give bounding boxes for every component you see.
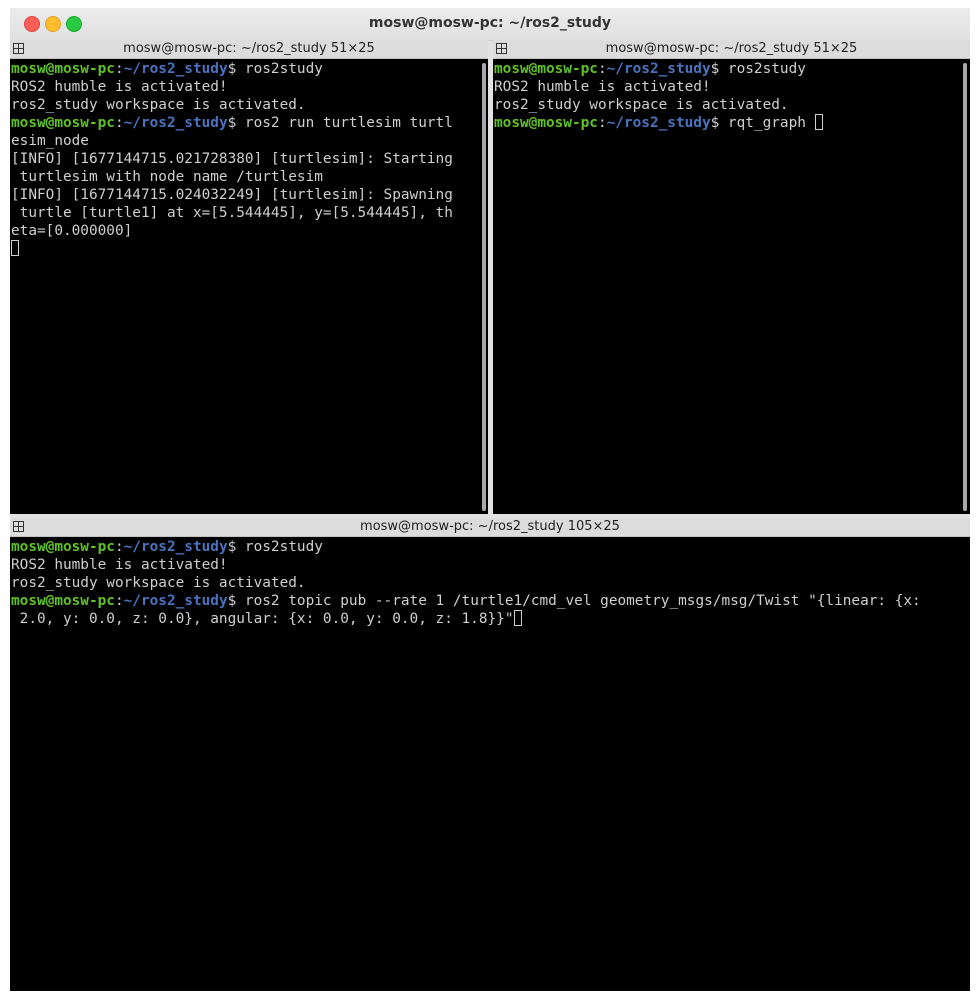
terminal-line: turtle [turtle1] at x=[5.544445], y=[5.5… <box>11 204 453 222</box>
output-text: 2.0, y: 0.0, z: 0.0}, angular: {x: 0.0, … <box>11 611 514 627</box>
output-text: eta=[0.000000] <box>11 223 133 239</box>
terminal-line: ros2_study workspace is activated. <box>494 96 823 114</box>
pane-header-right[interactable]: mosw@mosw-pc: ~/ros2_study 51×25 <box>493 40 970 59</box>
pane-header-bottom[interactable]: mosw@mosw-pc: ~/ros2_study 105×25 <box>10 518 970 537</box>
terminal-line: 2.0, y: 0.0, z: 0.0}, angular: {x: 0.0, … <box>11 610 921 628</box>
terminal-line: mosw@mosw-pc:~/ros2_study$ ros2study <box>11 60 453 78</box>
scrollbar-right[interactable] <box>963 63 967 511</box>
output-text: ros2_study workspace is activated. <box>494 97 789 113</box>
output-text: ros2_study workspace is activated. <box>11 575 306 591</box>
terminal-line: mosw@mosw-pc:~/ros2_study$ ros2 topic pu… <box>11 592 921 610</box>
terminal-line: ROS2 humble is activated! <box>494 78 823 96</box>
terminal-cursor <box>11 240 19 256</box>
output-text: [INFO] [1677144715.021728380] [turtlesim… <box>11 151 453 167</box>
command-text: $ ros2 topic pub --rate 1 /turtle1/cmd_v… <box>227 593 921 609</box>
prompt-colon: : <box>114 61 124 77</box>
window-titlebar[interactable]: mosw@mosw-pc: ~/ros2_study <box>10 8 970 41</box>
terminal-window: mosw@mosw-pc: ~/ros2_study mosw@mosw-pc:… <box>10 8 970 991</box>
output-text: ros2_study workspace is activated. <box>11 97 306 113</box>
output-text: [INFO] [1677144715.024032249] [turtlesim… <box>11 187 453 203</box>
terminal-line: [INFO] [1677144715.024032249] [turtlesim… <box>11 186 453 204</box>
prompt-path: ~/ros2_study <box>123 593 228 609</box>
output-text: esim_node <box>11 133 89 149</box>
prompt-colon: : <box>597 115 607 131</box>
terminal-line: ROS2 humble is activated! <box>11 78 453 96</box>
prompt-colon: : <box>114 593 124 609</box>
terminal-line: ros2_study workspace is activated. <box>11 574 921 592</box>
output-text: ROS2 humble is activated! <box>494 79 711 95</box>
output-text: turtlesim with node name /turtlesim <box>11 169 323 185</box>
terminal-output-bottom[interactable]: mosw@mosw-pc:~/ros2_study$ ros2study ROS2… <box>11 538 921 628</box>
prompt-user: mosw@mosw-pc <box>11 115 115 131</box>
output-text: turtle [turtle1] at x=[5.544445], y=[5.5… <box>11 205 453 221</box>
prompt-path: ~/ros2_study <box>606 115 711 131</box>
terminal-pane-left[interactable]: mosw@mosw-pc: ~/ros2_study 51×25 mosw@mo… <box>10 40 488 514</box>
prompt-colon: : <box>114 115 124 131</box>
terminal-line: mosw@mosw-pc:~/ros2_study$ rqt_graph <box>494 114 823 132</box>
window-title: mosw@mosw-pc: ~/ros2_study <box>368 15 612 31</box>
prompt-colon: : <box>114 539 124 555</box>
terminal-line: ros2_study workspace is activated. <box>11 96 453 114</box>
terminal-line: [INFO] [1677144715.021728380] [turtlesim… <box>11 150 453 168</box>
terminal-output-right[interactable]: mosw@mosw-pc:~/ros2_study$ ros2study ROS2… <box>494 60 823 132</box>
terminal-cursor <box>513 610 522 626</box>
pane-title-left: mosw@mosw-pc: ~/ros2_study 51×25 <box>123 41 375 56</box>
terminal-line: mosw@mosw-pc:~/ros2_study$ ros2 run turt… <box>11 114 453 132</box>
prompt-user: mosw@mosw-pc <box>494 115 598 131</box>
pane-title-bottom: mosw@mosw-pc: ~/ros2_study 105×25 <box>360 519 620 534</box>
pane-title-right: mosw@mosw-pc: ~/ros2_study 51×25 <box>605 41 858 56</box>
output-text: ROS2 humble is activated! <box>11 79 228 95</box>
prompt-colon: : <box>597 61 607 77</box>
prompt-user: mosw@mosw-pc <box>11 61 115 77</box>
prompt-path: ~/ros2_study <box>606 61 711 77</box>
terminal-line: ROS2 humble is activated! <box>11 556 921 574</box>
command-text: $ ros2study <box>710 61 806 77</box>
prompt-user: mosw@mosw-pc <box>494 61 598 77</box>
scrollbar-left[interactable] <box>482 63 486 511</box>
prompt-path: ~/ros2_study <box>123 115 228 131</box>
command-text: $ ros2study <box>227 61 323 77</box>
terminal-pane-right[interactable]: mosw@mosw-pc: ~/ros2_study 51×25 mosw@mo… <box>493 40 970 514</box>
prompt-path: ~/ros2_study <box>123 539 228 555</box>
terminal-cursor <box>814 114 823 130</box>
command-text: $ ros2 run turtlesim turtl <box>227 115 453 131</box>
terminal-line: mosw@mosw-pc:~/ros2_study$ ros2study <box>11 538 921 556</box>
prompt-user: mosw@mosw-pc <box>11 593 115 609</box>
prompt-user: mosw@mosw-pc <box>11 539 115 555</box>
output-text: ROS2 humble is activated! <box>11 557 228 573</box>
terminal-line: mosw@mosw-pc:~/ros2_study$ ros2study <box>494 60 823 78</box>
command-text: $ rqt_graph <box>710 115 815 131</box>
terminal-line: eta=[0.000000] <box>11 222 453 240</box>
terminal-line: turtlesim with node name /turtlesim <box>11 168 453 186</box>
pane-header-left[interactable]: mosw@mosw-pc: ~/ros2_study 51×25 <box>10 40 488 59</box>
command-text: $ ros2study <box>227 539 323 555</box>
terminal-pane-bottom[interactable]: mosw@mosw-pc: ~/ros2_study 105×25 mosw@m… <box>10 518 970 991</box>
prompt-path: ~/ros2_study <box>123 61 228 77</box>
terminal-line: esim_node <box>11 132 453 150</box>
terminal-output-left[interactable]: mosw@mosw-pc:~/ros2_study$ ros2study ROS2… <box>11 60 453 258</box>
terminal-line <box>11 240 453 258</box>
